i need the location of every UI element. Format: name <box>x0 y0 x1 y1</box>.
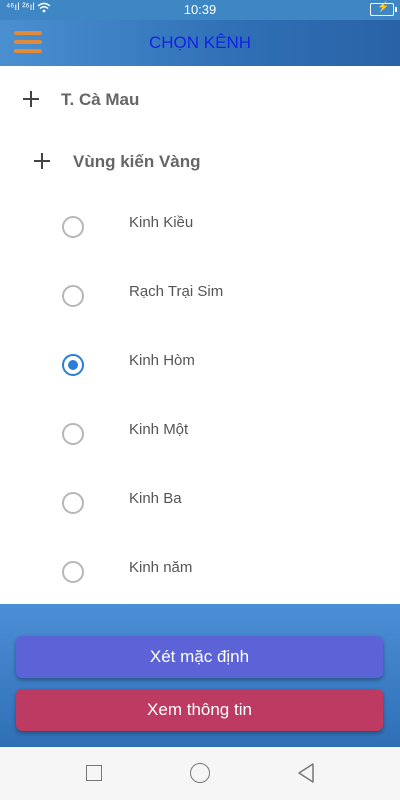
plus-icon[interactable] <box>34 153 50 169</box>
home-circle-icon[interactable] <box>190 763 210 783</box>
radio-button[interactable] <box>62 561 84 583</box>
channel-item[interactable]: Kinh Một <box>0 398 400 467</box>
channel-label: Kinh Một <box>129 421 189 438</box>
channel-item[interactable]: Kinh Kiều <box>0 191 400 260</box>
back-triangle-icon[interactable] <box>296 762 316 784</box>
channel-item[interactable]: Kinh năm <box>0 536 400 605</box>
tree-node-label: Vùng kiến Vàng <box>73 152 201 171</box>
radio-button[interactable] <box>62 492 84 514</box>
channel-item[interactable]: Kinh Ba <box>0 467 400 536</box>
radio-button[interactable] <box>62 423 84 445</box>
radio-button-selected[interactable] <box>62 354 84 376</box>
app-bar: CHỌN KÊNH <box>0 20 400 66</box>
battery-charging-icon: ⚡ <box>370 2 397 16</box>
channel-label: Rạch Trại Sim <box>129 283 224 300</box>
channel-item[interactable]: Rạch Trại Sim <box>0 260 400 329</box>
channel-tree: T. Cà Mau Vùng kiến Vàng Kinh Kiều Rạch … <box>0 66 400 604</box>
channel-item[interactable]: Kinh Hòm <box>0 329 400 398</box>
view-info-button[interactable]: Xem thông tin <box>16 689 383 731</box>
channel-label: Kinh năm <box>129 559 193 576</box>
status-time: 10:39 <box>183 2 217 17</box>
plus-icon[interactable] <box>23 91 39 107</box>
page-title: CHỌN KÊNH <box>148 33 251 52</box>
tree-node-label: T. Cà Mau <box>61 90 140 109</box>
system-nav-bar <box>0 747 400 800</box>
set-default-button[interactable]: Xét mặc định <box>16 636 383 678</box>
channel-label: Kinh Hòm <box>129 352 195 369</box>
recents-square-icon[interactable] <box>86 765 102 781</box>
channel-label: Kinh Ba <box>129 490 182 507</box>
channel-label: Kinh Kiều <box>129 214 194 231</box>
radio-button[interactable] <box>62 285 84 307</box>
tree-node-zone[interactable]: Vùng kiến Vàng <box>0 130 400 190</box>
radio-button[interactable] <box>62 216 84 238</box>
tree-node-province[interactable]: T. Cà Mau <box>0 68 400 128</box>
action-panel: Xét mặc định Xem thông tin <box>0 604 400 747</box>
status-bar: ⁴⁶ıl ²⁶ıl 10:39 ⚡ <box>0 0 400 20</box>
